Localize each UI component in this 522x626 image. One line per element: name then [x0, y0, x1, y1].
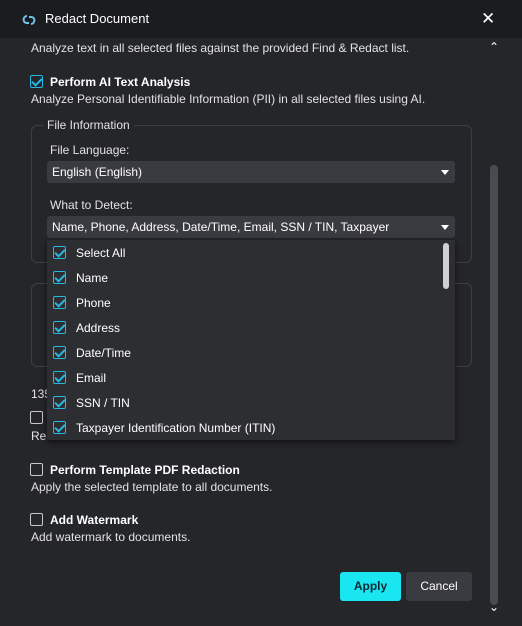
ai-analysis-description: Analyze Personal Identifiable Informatio… — [31, 92, 426, 106]
detect-option-ssn-tin[interactable]: SSN / TIN — [47, 390, 442, 415]
redact-document-dialog: Redact Document ✕ ⌃ ⌄ Analyze text in al… — [0, 0, 522, 626]
detect-options-dropdown: Select All Name Phone Address Date/Time … — [47, 240, 455, 440]
file-language-select[interactable]: English (English) — [47, 161, 455, 183]
redact-app-icon — [22, 15, 36, 25]
close-icon[interactable]: ✕ — [481, 9, 495, 29]
detect-option-select-all[interactable]: Select All — [47, 240, 442, 265]
detect-option-checkbox[interactable] — [53, 246, 66, 259]
detect-option-label: Email — [76, 371, 107, 385]
detect-option-email[interactable]: Email — [47, 365, 442, 390]
file-language-label: File Language: — [50, 143, 130, 157]
template-redaction-checkbox[interactable] — [30, 463, 43, 476]
detect-option-date-time[interactable]: Date/Time — [47, 340, 442, 365]
template-redaction-label[interactable]: Perform Template PDF Redaction — [50, 463, 240, 477]
hidden-option-checkbox[interactable] — [30, 411, 43, 424]
what-to-detect-label: What to Detect: — [50, 198, 133, 212]
find-redact-description: Analyze text in all selected files again… — [31, 41, 410, 55]
watermark-description: Add watermark to documents. — [31, 530, 191, 544]
detect-option-label: Select All — [76, 246, 126, 260]
detect-option-checkbox[interactable] — [53, 371, 66, 384]
caret-down-icon — [441, 225, 449, 230]
detect-option-checkbox[interactable] — [53, 271, 66, 284]
detect-option-checkbox[interactable] — [53, 321, 66, 334]
dropdown-scrollbar-thumb[interactable] — [443, 243, 449, 289]
scrollbar-thumb[interactable] — [490, 165, 498, 605]
chevron-up-icon[interactable]: ⌃ — [486, 40, 502, 54]
file-information-legend: File Information — [43, 118, 134, 132]
detect-option-checkbox[interactable] — [53, 421, 66, 434]
detect-option-label: Address — [76, 321, 121, 335]
detect-option-checkbox[interactable] — [53, 396, 66, 409]
detect-option-label: Date/Time — [76, 346, 131, 360]
watermark-label[interactable]: Add Watermark — [50, 513, 138, 527]
detect-option-address[interactable]: Address — [47, 315, 442, 340]
ai-analysis-checkbox[interactable] — [30, 75, 43, 88]
caret-down-icon — [441, 170, 449, 175]
cancel-button[interactable]: Cancel — [406, 572, 472, 601]
window-title: Redact Document — [45, 11, 150, 26]
detect-option-label: Phone — [76, 296, 111, 310]
title-bar: Redact Document ✕ — [0, 0, 522, 38]
apply-button[interactable]: Apply — [340, 572, 401, 601]
detect-option-label: Name — [76, 271, 109, 285]
watermark-checkbox[interactable] — [30, 513, 43, 526]
detect-option-name[interactable]: Name — [47, 265, 442, 290]
detect-option-itin[interactable]: Taxpayer Identification Number (ITIN) — [47, 415, 442, 440]
file-language-value: English (English) — [52, 165, 143, 179]
detect-option-label: SSN / TIN — [76, 396, 130, 410]
detect-option-phone[interactable]: Phone — [47, 290, 442, 315]
chevron-down-icon[interactable]: ⌄ — [486, 600, 502, 614]
template-redaction-description: Apply the selected template to all docum… — [31, 480, 273, 494]
detect-option-checkbox[interactable] — [53, 296, 66, 309]
ai-analysis-label[interactable]: Perform AI Text Analysis — [50, 75, 190, 89]
detect-option-label: Taxpayer Identification Number (ITIN) — [76, 421, 276, 435]
what-to-detect-select[interactable]: Name, Phone, Address, Date/Time, Email, … — [47, 216, 455, 256]
detect-option-checkbox[interactable] — [53, 346, 66, 359]
